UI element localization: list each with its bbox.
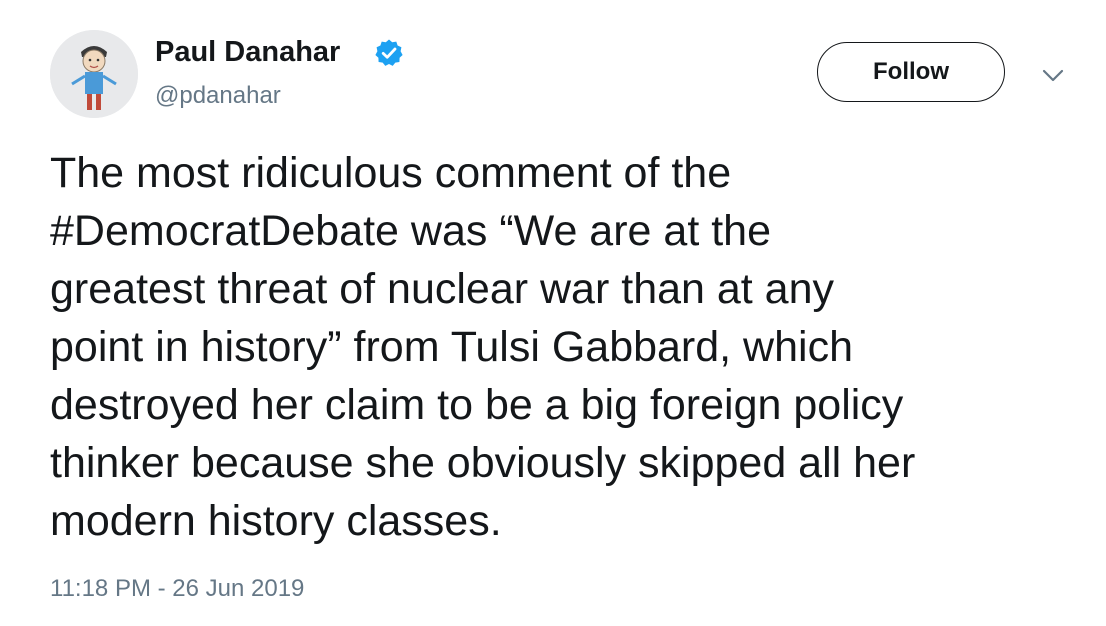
- tweet-text-line: The most ridiculous comment of the: [50, 149, 732, 197]
- tweet-text-line: point in history” from Tulsi Gabbard, wh…: [50, 323, 853, 371]
- child-drawing-avatar-icon: [50, 30, 138, 118]
- follow-button[interactable]: Follow: [817, 42, 1005, 102]
- avatar[interactable]: [50, 30, 138, 118]
- author-display-name[interactable]: Paul Danahar: [155, 33, 340, 71]
- tweet-text-line: thinker because she obviously skipped al…: [50, 439, 916, 487]
- tweet-text: The most ridiculous comment of the #Demo…: [50, 144, 1090, 550]
- tweet-text-line: modern history classes.: [50, 497, 502, 545]
- verified-badge-icon: [375, 39, 403, 66]
- author-handle[interactable]: @pdanahar: [155, 79, 281, 113]
- chevron-down-icon[interactable]: [1040, 62, 1066, 88]
- tweet-text-line: destroyed her claim to be a big foreign …: [50, 381, 904, 429]
- tweet-text-line: greatest threat of nuclear war than at a…: [50, 265, 835, 313]
- tweet-card: Paul Danahar @pdanahar Follow The most r…: [0, 0, 1106, 626]
- tweet-timestamp[interactable]: 11:18 PM - 26 Jun 2019: [50, 572, 304, 606]
- tweet-text-line: #DemocratDebate was “We are at the: [50, 207, 771, 255]
